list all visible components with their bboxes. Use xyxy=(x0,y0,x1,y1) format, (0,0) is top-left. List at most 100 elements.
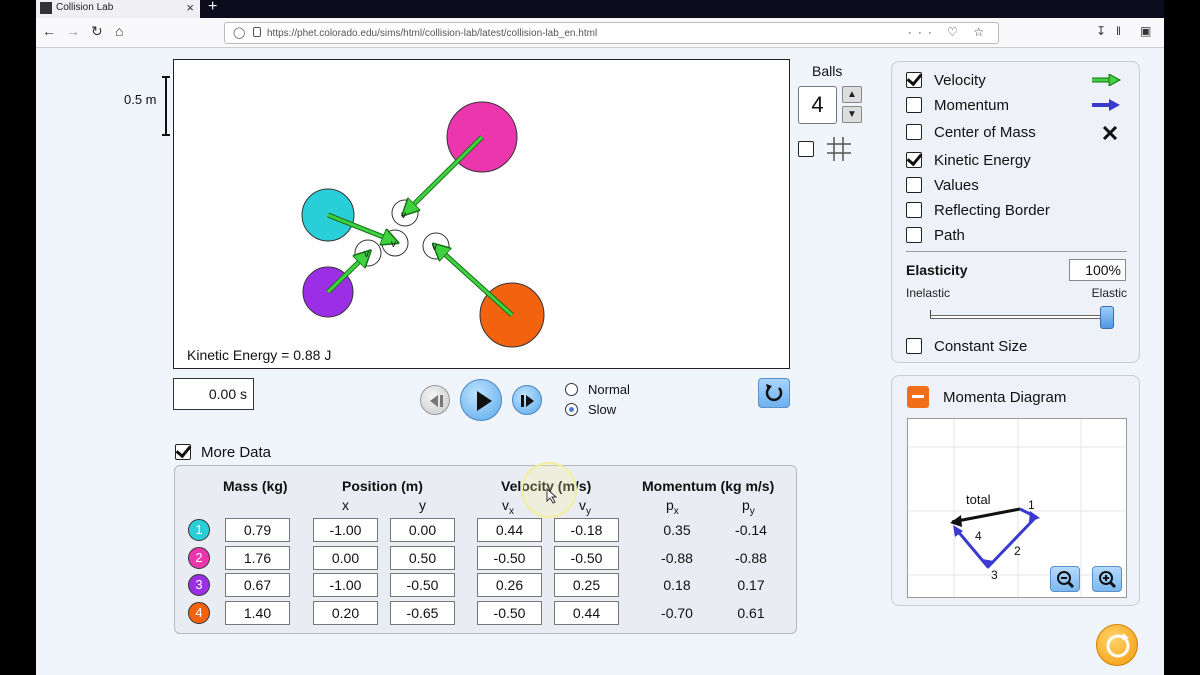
ball-number-2: 2 xyxy=(188,547,210,569)
mass-field[interactable]: 1.76 xyxy=(225,546,290,570)
phet-logo-icon xyxy=(1106,633,1130,658)
center-of-mass-checkbox[interactable] xyxy=(906,124,922,140)
momenta-panel: Momenta Diagram total 1 2 3 4 xyxy=(891,375,1140,606)
balls-decrement-button[interactable]: ▼ xyxy=(842,106,862,123)
vx-field[interactable]: 0.26 xyxy=(477,573,542,597)
option-momentum[interactable]: Momentum xyxy=(906,94,1131,116)
inelastic-label: Inelastic xyxy=(906,286,951,300)
x-field[interactable]: -1.00 xyxy=(313,573,378,597)
option-kinetic-energy[interactable]: Kinetic Energy xyxy=(906,149,1131,171)
url-bar[interactable]: ◯ https://phet.colorado.edu/sims/html/co… xyxy=(224,22,999,44)
play-area[interactable]: v v v v Kinetic Energy = 0.88 J xyxy=(173,59,790,369)
speed-slow-radio[interactable] xyxy=(565,403,578,416)
option-constant-size[interactable]: Constant Size xyxy=(906,335,1131,357)
vy-field[interactable]: -0.50 xyxy=(554,546,619,570)
center-of-mass-label: Center of Mass xyxy=(934,124,1036,141)
home-icon[interactable]: ⌂ xyxy=(115,23,123,39)
browser-tab[interactable]: Collision Lab × xyxy=(36,0,200,18)
elasticity-label: Elasticity xyxy=(906,262,968,278)
vy-field[interactable]: 0.44 xyxy=(554,601,619,625)
y-field[interactable]: 0.50 xyxy=(390,546,455,570)
option-velocity[interactable]: Velocity xyxy=(906,69,1131,91)
svg-text:v: v xyxy=(432,242,437,253)
momenta-title: Momenta Diagram xyxy=(943,389,1067,406)
library-icon[interactable]: ‖ xyxy=(1116,24,1121,38)
scale-bar-icon xyxy=(162,76,170,136)
y-field[interactable]: -0.65 xyxy=(390,601,455,625)
blue-arrow-icon xyxy=(1092,99,1120,111)
vx-field[interactable]: 0.44 xyxy=(477,518,542,542)
elasticity-slider-thumb[interactable] xyxy=(1100,306,1114,329)
balls-label: Balls xyxy=(812,63,843,79)
y-field[interactable]: 0.00 xyxy=(390,518,455,542)
reflecting-border-checkbox[interactable] xyxy=(906,202,922,218)
option-reflecting-border[interactable]: Reflecting Border xyxy=(906,199,1131,221)
zoom-out-icon xyxy=(1057,571,1075,589)
px-value: 0.35 xyxy=(663,522,691,538)
scale-label: 0.5 m xyxy=(124,92,157,107)
kinetic-energy-checkbox[interactable] xyxy=(906,152,922,168)
constant-size-checkbox[interactable] xyxy=(906,338,922,354)
page-actions-icon[interactable]: ··· ♡ ☆ xyxy=(908,25,990,39)
momentum-header: Momentum (kg m/s) xyxy=(642,478,775,494)
lock-icon xyxy=(253,27,261,37)
phet-menu-button[interactable] xyxy=(1096,624,1138,666)
x-field[interactable]: -1.00 xyxy=(313,518,378,542)
mass-field[interactable]: 0.79 xyxy=(225,518,290,542)
divider xyxy=(906,251,1127,252)
more-data-checkbox[interactable] xyxy=(175,444,191,460)
px-value: -0.70 xyxy=(661,605,693,621)
y-field[interactable]: -0.50 xyxy=(390,573,455,597)
vx-field[interactable]: -0.50 xyxy=(477,546,542,570)
option-values[interactable]: Values xyxy=(906,174,1131,196)
download-icon[interactable]: ↧ xyxy=(1096,24,1106,38)
vy-field[interactable]: -0.18 xyxy=(554,518,619,542)
elasticity-slider-track[interactable] xyxy=(930,315,1107,319)
sidebar-icon[interactable]: ▣ xyxy=(1140,24,1151,38)
elasticity-readout: 100% xyxy=(1069,259,1126,281)
mass-field[interactable]: 1.40 xyxy=(225,601,290,625)
step-forward-icon xyxy=(521,395,534,407)
step-forward-button[interactable] xyxy=(512,385,542,415)
speed-normal-label: Normal xyxy=(588,382,630,397)
mass-header: Mass (kg) xyxy=(223,478,288,494)
mass-field[interactable]: 0.67 xyxy=(225,573,290,597)
vector-label-4: 4 xyxy=(975,529,982,543)
zoom-in-button[interactable] xyxy=(1092,566,1122,592)
vx-field[interactable]: -0.50 xyxy=(477,601,542,625)
option-center-of-mass[interactable]: Center of Mass xyxy=(906,121,1131,143)
grid-checkbox[interactable] xyxy=(798,141,814,157)
py-subheader: py xyxy=(742,497,755,517)
step-back-button[interactable] xyxy=(420,385,450,415)
vy-subheader: vy xyxy=(579,497,591,517)
path-checkbox[interactable] xyxy=(906,227,922,243)
values-checkbox[interactable] xyxy=(906,177,922,193)
grid-icon xyxy=(827,137,851,161)
restart-button[interactable] xyxy=(758,378,790,408)
play-icon xyxy=(477,391,492,411)
momentum-checkbox[interactable] xyxy=(906,97,922,113)
position-header: Position (m) xyxy=(342,478,423,494)
ball-number-1: 1 xyxy=(188,519,210,541)
step-back-icon xyxy=(430,395,443,407)
x-field[interactable]: 0.20 xyxy=(313,601,378,625)
tab-close-icon[interactable]: × xyxy=(186,0,194,15)
velocity-checkbox[interactable] xyxy=(906,72,922,88)
speed-normal-radio[interactable] xyxy=(565,383,578,396)
vy-field[interactable]: 0.25 xyxy=(554,573,619,597)
play-button[interactable] xyxy=(460,379,502,421)
py-value: 0.17 xyxy=(737,577,765,593)
tab-bar: Collision Lab × + xyxy=(36,0,1164,18)
back-icon[interactable]: ← xyxy=(42,23,56,39)
reload-icon[interactable]: ↻ xyxy=(91,23,103,40)
x-field[interactable]: 0.00 xyxy=(313,546,378,570)
option-path[interactable]: Path xyxy=(906,224,1131,246)
balls-increment-button[interactable]: ▲ xyxy=(842,86,862,103)
slider-tick xyxy=(930,310,931,318)
collapse-button[interactable] xyxy=(907,386,929,408)
new-tab-icon[interactable]: + xyxy=(208,0,217,16)
forward-icon[interactable]: → xyxy=(66,23,80,39)
zoom-out-button[interactable] xyxy=(1050,566,1080,592)
vector-label-3: 3 xyxy=(991,568,998,582)
py-value: -0.88 xyxy=(735,550,767,566)
